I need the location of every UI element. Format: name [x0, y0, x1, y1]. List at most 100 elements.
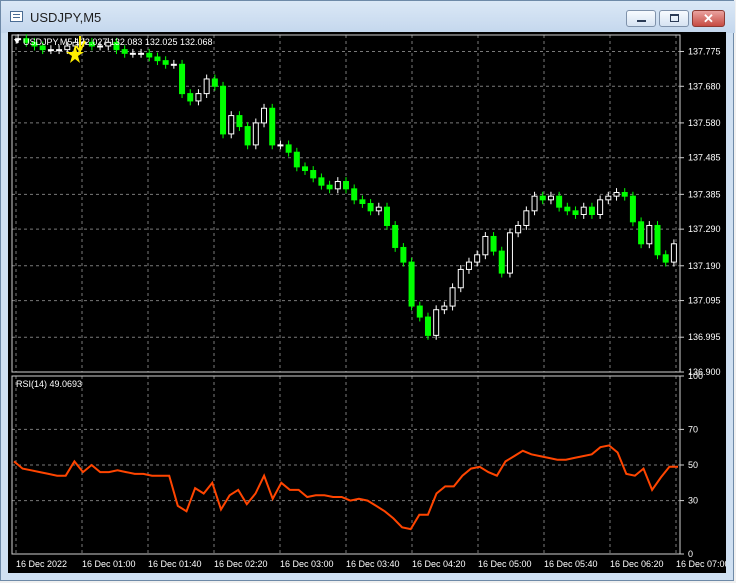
candle-body: [588, 206, 595, 215]
rsi-level-label: 0: [688, 549, 693, 559]
candle-body: [474, 254, 481, 263]
candle-body: [252, 122, 259, 146]
candle-body: [498, 250, 505, 274]
candle-body: [482, 235, 489, 256]
rsi-level-label: 70: [688, 424, 698, 434]
candle-body: [556, 195, 563, 208]
candle-body: [465, 261, 472, 270]
candle-body: [646, 224, 653, 245]
candle-body: [531, 195, 538, 212]
time-axis-label: 16 Dec 03:40: [346, 559, 400, 569]
candle-body: [654, 224, 661, 256]
candle-body: [638, 221, 645, 245]
candle-body: [318, 177, 325, 186]
candle-body: [523, 210, 530, 226]
time-axis-label: 16 Dec 2022: [16, 559, 67, 569]
candle-body: [605, 195, 612, 201]
candle-body: [293, 151, 300, 168]
chart-canvas[interactable]: 137.775 137.680 137.580 137.485 137.385 137.2…: [8, 32, 726, 573]
price-level-label: 137.485: [688, 153, 721, 163]
candle-body: [433, 309, 440, 336]
window-title: USDJPY,M5: [30, 10, 102, 25]
minimize-icon: [637, 20, 646, 22]
candle-body: [310, 170, 317, 179]
candle-body: [597, 199, 604, 215]
rsi-level-label: 30: [688, 496, 698, 506]
chart-window-icon: [10, 11, 23, 22]
time-axis-label: 16 Dec 04:20: [412, 559, 466, 569]
maximize-button[interactable]: [659, 10, 689, 27]
candle-body: [138, 52, 145, 55]
candle-body: [269, 107, 276, 146]
candle-body: [670, 243, 677, 263]
time-axis-label: 16 Dec 01:40: [148, 559, 202, 569]
candle-body: [359, 199, 366, 205]
candle-body: [392, 224, 399, 248]
candle-body: [244, 126, 251, 146]
candle-body: [547, 195, 554, 201]
candle-body: [621, 192, 628, 197]
candle-body: [277, 144, 284, 147]
candle-body: [285, 144, 292, 153]
candle-body: [343, 181, 349, 190]
time-axis-label: 16 Dec 06:20: [610, 559, 664, 569]
candle-body: [228, 115, 235, 135]
candle-body: [490, 235, 497, 252]
price-level-label: 137.290: [688, 224, 721, 234]
candle-body: [236, 115, 243, 128]
close-icon: ✕: [703, 11, 714, 26]
candle-body: [56, 49, 63, 52]
candle-body: [220, 85, 227, 135]
candle-body: [416, 305, 423, 318]
candle-body: [572, 210, 579, 215]
candle-body: [613, 192, 620, 197]
candle-body: [195, 93, 202, 102]
candle-body: [187, 93, 194, 102]
chart-area[interactable]: 137.775 137.680 137.580 137.485 137.385 137.2…: [8, 32, 726, 573]
time-axis: 16 Dec 2022 16 Dec 01:00 16 Dec 01:40 16 De…: [16, 559, 726, 569]
symbol-dropdown-icon[interactable]: [14, 39, 20, 44]
candle-body: [629, 195, 636, 223]
candle-body: [367, 203, 374, 212]
rsi-level-label: 50: [688, 460, 698, 470]
price-level-label: 137.680: [688, 81, 721, 91]
candle-body: [662, 254, 669, 263]
candle-body: [457, 268, 464, 289]
candle-body: [564, 206, 571, 212]
time-axis-label: 16 Dec 05:00: [478, 559, 532, 569]
candle-body: [449, 287, 456, 307]
candle-body: [121, 49, 128, 54]
candle-body: [580, 206, 587, 215]
time-axis-label: 16 Dec 05:40: [544, 559, 598, 569]
price-level-label: 137.095: [688, 296, 721, 306]
price-scale: 137.775 137.680 137.580 137.485 137.385 137.2…: [680, 46, 721, 377]
candle-body: [441, 305, 448, 311]
candle-body: [302, 166, 309, 172]
time-axis-label: 16 Dec 02:20: [214, 559, 268, 569]
grid: [12, 35, 680, 555]
candle-body: [47, 49, 54, 52]
close-button[interactable]: ✕: [692, 10, 725, 27]
candle-body: [179, 63, 186, 95]
candle-body: [203, 78, 210, 95]
candle-body: [515, 224, 522, 234]
time-axis-label: 16 Dec 01:00: [82, 559, 136, 569]
minimize-button[interactable]: [626, 10, 656, 27]
rsi-header: RSI(14) 49.0693: [16, 379, 82, 389]
candle-body: [351, 188, 358, 201]
price-level-label: 136.995: [688, 332, 721, 342]
candle-body: [424, 316, 431, 336]
title-bar[interactable]: USDJPY,M5 ✕: [1, 1, 735, 33]
candle-body: [375, 206, 382, 212]
candle-body: [170, 63, 177, 66]
candle-body: [400, 246, 407, 263]
candle-body: [129, 52, 136, 55]
price-level-label: 137.775: [688, 46, 721, 56]
symbol-header: USDJPY,M5 132.027 132.083 132.025 132.06…: [23, 37, 212, 47]
candle-body: [334, 181, 341, 190]
candle-body: [383, 206, 390, 226]
candle-body: [408, 261, 415, 307]
candle-body: [261, 107, 268, 124]
candle-body: [211, 78, 218, 87]
price-level-label: 137.580: [688, 118, 721, 128]
